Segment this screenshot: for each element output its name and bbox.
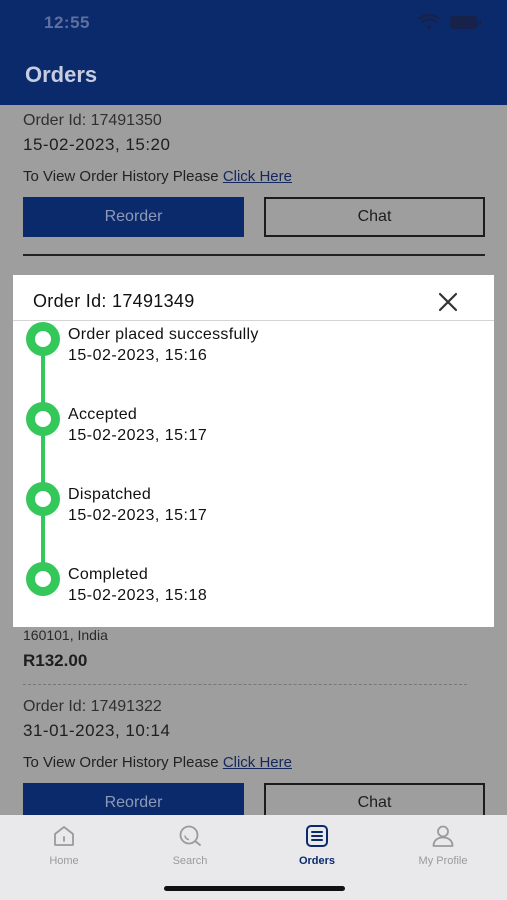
reorder-button[interactable]: Reorder xyxy=(23,197,244,237)
status-time: 12:55 xyxy=(44,13,90,32)
nav-orders[interactable]: Orders xyxy=(267,823,367,873)
order-history-text: To View Order History Please Click Here xyxy=(23,168,485,185)
timeline-dot-icon xyxy=(26,562,60,596)
timeline-step: Dispatched 15-02-2023, 15:17 xyxy=(13,481,494,541)
step-label: Accepted xyxy=(68,406,138,423)
order-history-text: To View Order History Please Click Here xyxy=(23,754,485,771)
order-id: Order Id: 17491322 xyxy=(23,698,162,715)
timeline-dot-icon xyxy=(26,402,60,436)
order-id: Order Id: 17491350 xyxy=(23,112,162,129)
order-history-link[interactable]: Click Here xyxy=(223,754,292,771)
order-timeline: Order placed successfully 15-02-2023, 15… xyxy=(13,321,494,627)
dashed-divider xyxy=(23,684,467,685)
timeline-dot-icon xyxy=(26,482,60,516)
order-history-label: To View Order History Please xyxy=(23,754,219,771)
modal-title: Order Id: 17491349 xyxy=(33,291,195,311)
home-indicator xyxy=(164,886,345,891)
step-label: Order placed successfully xyxy=(68,326,259,343)
search-icon xyxy=(179,825,201,846)
step-label: Completed xyxy=(68,566,149,583)
step-time: 15-02-2023, 15:18 xyxy=(68,587,208,604)
nav-home[interactable]: Home xyxy=(14,823,114,873)
timeline-step: Order placed successfully 15-02-2023, 15… xyxy=(13,321,494,381)
order-actions: Reorder Chat xyxy=(23,197,485,237)
wifi-icon xyxy=(418,14,440,30)
profile-icon xyxy=(432,825,454,847)
order-price: R132.00 xyxy=(23,651,88,670)
step-label: Dispatched xyxy=(68,486,152,503)
order-history-label: To View Order History Please xyxy=(23,168,219,185)
nav-profile[interactable]: My Profile xyxy=(393,823,493,873)
page-title: Orders xyxy=(25,62,98,87)
nav-search[interactable]: Search xyxy=(140,823,240,873)
nav-label: Search xyxy=(172,855,208,867)
orders-icon xyxy=(306,825,328,847)
modal-header: Order Id: 17491349 xyxy=(13,275,494,321)
home-icon xyxy=(54,826,74,846)
nav-label: Home xyxy=(49,855,79,867)
step-time: 15-02-2023, 15:17 xyxy=(68,427,208,444)
timeline-step: Completed 15-02-2023, 15:18 xyxy=(13,561,494,621)
timeline-step: Accepted 15-02-2023, 15:17 xyxy=(13,401,494,461)
status-bar: 12:55 xyxy=(0,0,507,46)
nav-label: My Profile xyxy=(418,855,468,867)
order-address: 160101, India xyxy=(23,627,108,643)
order-status-modal: Order Id: 17491349 Order placed successf… xyxy=(13,275,494,627)
order-card: Order Id: 17491350 15-02-2023, 15:20 To … xyxy=(23,112,485,256)
step-time: 15-02-2023, 15:17 xyxy=(68,507,208,524)
order-date: 31-01-2023, 10:14 xyxy=(23,721,171,740)
battery-icon xyxy=(450,16,481,29)
order-history-link[interactable]: Click Here xyxy=(223,168,292,185)
app-header: 12:55 Orders xyxy=(0,0,507,105)
nav-label: Orders xyxy=(298,855,336,867)
chat-button[interactable]: Chat xyxy=(264,197,485,237)
order-divider xyxy=(23,254,485,256)
order-date: 15-02-2023, 15:20 xyxy=(23,135,171,154)
order-card: Order Id: 17491322 31-01-2023, 10:14 To … xyxy=(23,698,485,823)
timeline-dot-icon xyxy=(26,322,60,356)
step-time: 15-02-2023, 15:16 xyxy=(68,347,208,364)
close-icon[interactable] xyxy=(437,291,459,313)
